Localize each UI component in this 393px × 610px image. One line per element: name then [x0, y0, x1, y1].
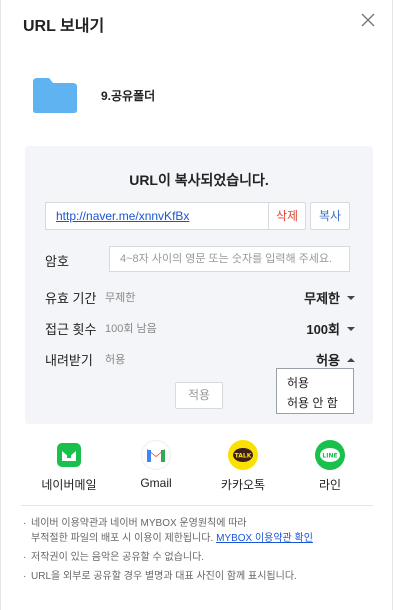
notice-text: 부적절한 파일의 배포 시 이용이 제한됩니다.: [31, 533, 214, 544]
access-count-value: 100회: [306, 322, 340, 337]
share-line[interactable]: LINE 라인: [290, 440, 370, 493]
notice-item: 네이버 이용약관과 네이버 MYBOX 운영원칙에 따라 부적절한 파일의 배포…: [23, 516, 375, 546]
share-targets: 네이버메일 Gmail TALK 카카오톡 LINE 라인: [1, 440, 393, 496]
download-option-allow[interactable]: 허용: [287, 374, 309, 391]
dialog-title: URL 보내기: [23, 18, 105, 35]
url-field[interactable]: http://naver.me/xnnvKfBx: [45, 202, 288, 230]
access-count-label: 접근 횟수: [45, 322, 97, 337]
naver-mail-icon: [54, 440, 84, 470]
password-label: 암호: [45, 254, 69, 269]
copied-message: URL이 복사되었습니다.: [129, 172, 269, 188]
chevron-up-icon: [347, 357, 355, 362]
access-count-dropdown[interactable]: 100회: [306, 319, 355, 338]
divider: [21, 505, 373, 506]
folder-name: 9.공유폴더: [101, 88, 156, 103]
kakaotalk-icon: TALK: [228, 440, 258, 470]
password-input[interactable]: 4~8자 사이의 영문 또는 숫자를 입력해 주세요.: [109, 246, 350, 272]
shared-folder: 9.공유폴더: [31, 76, 155, 114]
download-option-deny[interactable]: 허용 안 함: [287, 394, 338, 411]
download-dropdown[interactable]: 허용: [316, 350, 355, 369]
line-icon: LINE: [315, 440, 345, 470]
copy-button[interactable]: 복사: [310, 202, 350, 230]
share-gmail-label: Gmail: [140, 476, 172, 490]
mybox-terms-link[interactable]: MYBOX 이용약관 확인: [216, 533, 313, 544]
gmail-icon: [141, 440, 171, 470]
close-button[interactable]: [359, 11, 377, 29]
share-naver-mail[interactable]: 네이버메일: [29, 440, 109, 493]
access-count-sub: 100회 남음: [105, 323, 157, 335]
chevron-down-icon: [347, 295, 355, 300]
notice-item: 저작권이 있는 음악은 공유할 수 없습니다.: [23, 550, 375, 565]
url-link[interactable]: http://naver.me/xnnvKfBx: [56, 209, 189, 223]
share-line-label: 라인: [318, 478, 342, 492]
apply-button[interactable]: 적용: [175, 382, 223, 409]
download-value: 허용: [316, 353, 340, 368]
chevron-down-icon: [347, 326, 355, 331]
share-kakaotalk-label: 카카오톡: [220, 478, 266, 492]
validity-label: 유효 기간: [45, 291, 97, 306]
close-icon: [361, 13, 375, 27]
download-label: 내려받기: [45, 353, 93, 368]
validity-dropdown[interactable]: 무제한: [304, 288, 355, 307]
folder-icon: [33, 78, 77, 113]
validity-sub: 무제한: [105, 292, 136, 304]
line-icon-text: LINE: [322, 453, 337, 460]
notice-list: 네이버 이용약관과 네이버 MYBOX 운영원칙에 따라 부적절한 파일의 배포…: [23, 516, 375, 588]
download-sub: 허용: [105, 354, 126, 366]
kakaotalk-icon-text: TALK: [235, 453, 252, 460]
share-gmail[interactable]: Gmail: [116, 440, 196, 490]
delete-button[interactable]: 삭제: [268, 202, 306, 230]
notice-text: 네이버 이용약관과 네이버 MYBOX 운영원칙에 따라: [31, 518, 247, 529]
download-options-menu: 허용 허용 안 함: [276, 368, 354, 414]
url-send-dialog: URL 보내기 9.공유폴더 URL이 복사되었습니다. http://nave…: [0, 0, 393, 610]
notice-item: URL을 외부로 공유할 경우 별명과 대표 사진이 함께 표시됩니다.: [23, 569, 375, 584]
share-naver-mail-label: 네이버메일: [41, 478, 97, 492]
share-kakaotalk[interactable]: TALK 카카오톡: [203, 440, 283, 493]
validity-value: 무제한: [304, 291, 340, 306]
